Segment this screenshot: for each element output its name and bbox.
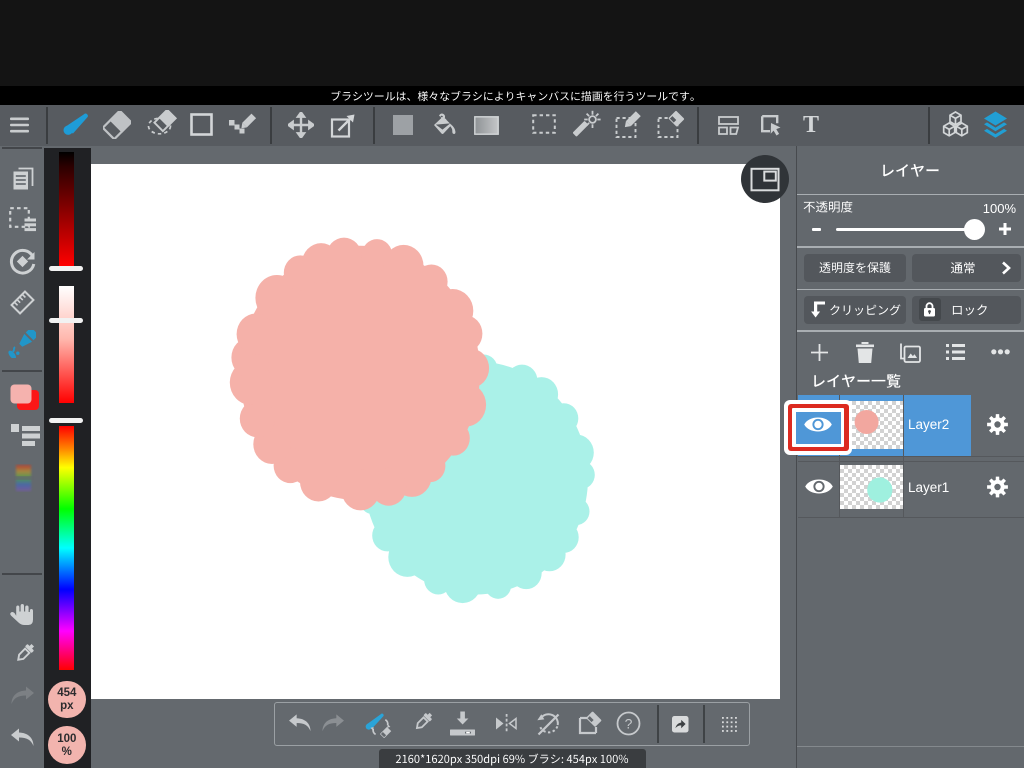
svg-text:?: ? — [625, 716, 633, 732]
